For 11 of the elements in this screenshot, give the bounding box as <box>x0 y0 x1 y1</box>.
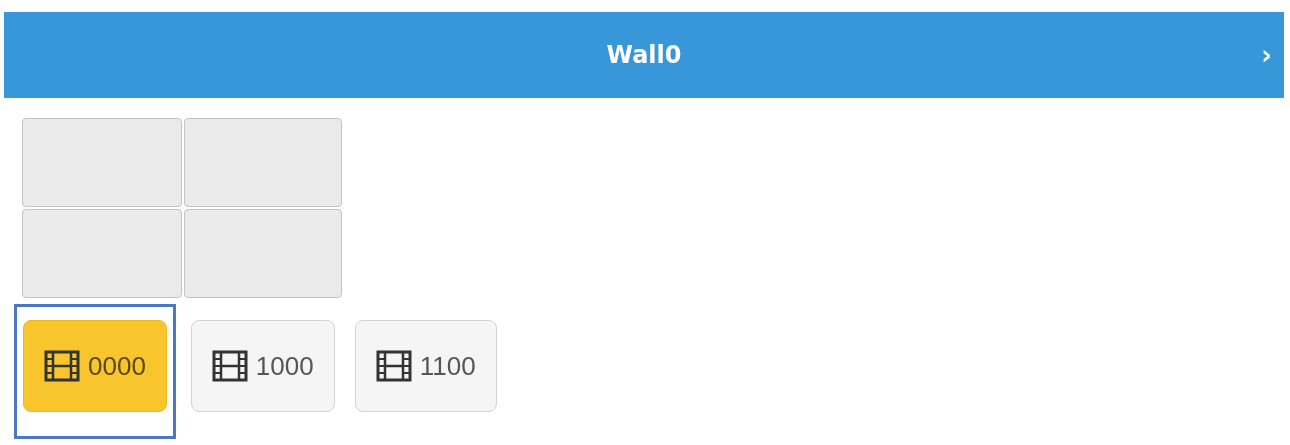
film-icon <box>211 350 248 382</box>
screen-tile[interactable] <box>22 209 182 298</box>
channel-button[interactable]: 1100 <box>354 320 497 412</box>
screen-tile[interactable] <box>22 118 182 207</box>
film-icon <box>44 350 80 382</box>
channel-button[interactable]: 1000 <box>190 320 335 412</box>
film-icon <box>375 350 412 382</box>
wall-title: Wall0 <box>606 41 682 69</box>
screen-tile[interactable] <box>184 118 342 207</box>
screen-tile[interactable] <box>184 209 342 298</box>
channel-button[interactable]: 0000 <box>23 320 167 412</box>
